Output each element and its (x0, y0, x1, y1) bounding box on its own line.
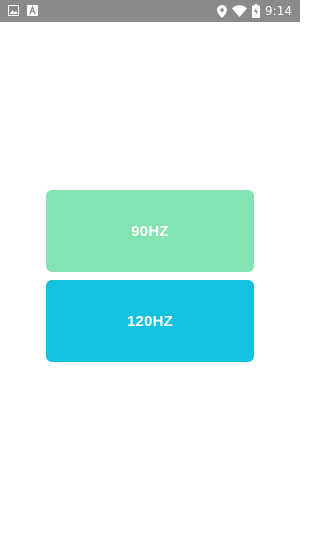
status-time: 9:14 (265, 4, 292, 18)
status-bar: 9:14 (0, 0, 300, 22)
wifi-icon (232, 5, 248, 17)
refresh-rate-120hz-label: 120HZ (126, 312, 174, 330)
refresh-rate-90hz-button[interactable]: 90HZ (46, 190, 254, 272)
status-right-icons: 9:14 (217, 3, 292, 19)
image-icon (8, 5, 19, 16)
battery-charging-icon (252, 4, 261, 18)
status-left-icons (8, 5, 38, 16)
refresh-rate-120hz-button[interactable]: 120HZ (46, 280, 254, 362)
location-icon (217, 4, 228, 18)
notification-a-icon (27, 5, 38, 16)
refresh-rate-90hz-label: 90HZ (131, 222, 169, 240)
app-screen: 9:14 90HZ 120HZ (0, 0, 300, 533)
